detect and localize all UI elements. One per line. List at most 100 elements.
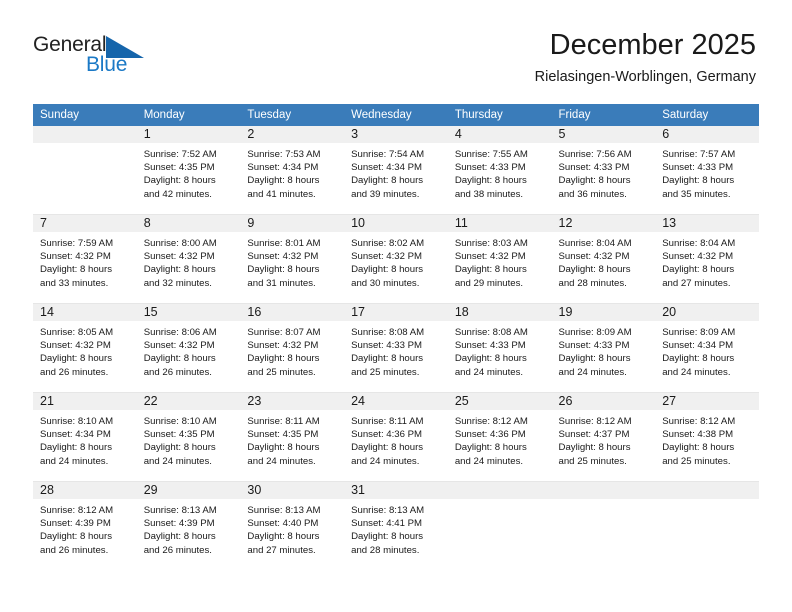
calendar-day-cell[interactable]: 23 Sunrise: 8:11 AM Sunset: 4:35 PM Dayligh… <box>240 392 345 482</box>
calendar-day-cell[interactable]: 18 Sunrise: 8:08 AM Sunset: 4:33 PM Dayligh… <box>447 303 552 393</box>
day-number: 19 <box>551 304 656 321</box>
day-cell-inner: 4 Sunrise: 7:55 AM Sunset: 4:33 PM Daylight… <box>447 126 552 214</box>
weekday-header-wednesday: Wednesday <box>344 104 448 126</box>
day-detail-line: Sunrise: 7:55 AM <box>454 149 528 160</box>
day-detail-lines: Sunrise: 7:53 AM Sunset: 4:34 PM Daylight:… <box>240 143 344 201</box>
calendar-day-cell[interactable]: 3 Sunrise: 7:54 AM Sunset: 4:34 PM Daylight… <box>344 126 448 215</box>
calendar-day-cell[interactable]: 28 Sunrise: 8:12 AM Sunset: 4:39 PM Dayligh… <box>33 481 137 570</box>
weekday-header-sunday: Sunday <box>33 104 137 126</box>
day-cell-inner: 27 Sunrise: 8:12 AM Sunset: 4:38 PM Dayligh… <box>655 393 759 481</box>
day-detail-lines: Sunrise: 8:08 AM Sunset: 4:33 PM Daylight:… <box>344 321 448 379</box>
calendar-day-cell[interactable]: 4 Sunrise: 7:55 AM Sunset: 4:33 PM Daylight… <box>447 126 552 215</box>
day-detail-line: Sunrise: 8:13 AM <box>143 505 217 516</box>
calendar-day-cell[interactable]: 7 Sunrise: 7:59 AM Sunset: 4:32 PM Daylight… <box>33 214 137 304</box>
day-detail-line: Daylight: 8 hours <box>351 353 424 365</box>
day-detail-lines: Sunrise: 8:06 AM Sunset: 4:32 PM Daylight:… <box>137 321 241 379</box>
calendar-day-cell[interactable]: 22 Sunrise: 8:10 AM Sunset: 4:35 PM Dayligh… <box>136 392 241 482</box>
day-number: 26 <box>551 393 656 410</box>
calendar-day-cell[interactable]: 15 Sunrise: 8:06 AM Sunset: 4:32 PM Dayligh… <box>136 303 241 393</box>
day-detail-lines <box>448 499 552 504</box>
day-detail-line: Daylight: 8 hours <box>143 353 216 365</box>
day-detail-line: Sunrise: 7:56 AM <box>558 149 632 160</box>
day-detail-lines <box>33 143 137 148</box>
day-cell-inner: 8 Sunrise: 8:00 AM Sunset: 4:32 PM Daylight… <box>136 215 241 303</box>
day-cell-inner: 30 Sunrise: 8:13 AM Sunset: 4:40 PM Dayligh… <box>240 482 345 570</box>
day-detail-lines: Sunrise: 8:11 AM Sunset: 4:35 PM Daylight:… <box>240 410 344 468</box>
day-cell-inner: 26 Sunrise: 8:12 AM Sunset: 4:37 PM Dayligh… <box>551 393 656 481</box>
day-detail-line: Sunset: 4:34 PM <box>662 340 734 352</box>
day-cell-inner: 25 Sunrise: 8:12 AM Sunset: 4:36 PM Dayligh… <box>447 393 552 481</box>
day-detail-line: Daylight: 8 hours <box>143 175 216 187</box>
day-cell-inner: 9 Sunrise: 8:01 AM Sunset: 4:32 PM Daylight… <box>240 215 345 303</box>
day-detail-line: Daylight: 8 hours <box>143 264 216 276</box>
day-detail-line: and 24 minutes. <box>454 366 524 378</box>
calendar-day-cell[interactable]: 11 Sunrise: 8:03 AM Sunset: 4:32 PM Dayligh… <box>447 214 552 304</box>
calendar-day-cell[interactable]: 5 Sunrise: 7:56 AM Sunset: 4:33 PM Daylight… <box>551 126 656 215</box>
day-detail-line: Daylight: 8 hours <box>40 264 112 276</box>
day-detail-lines: Sunrise: 8:05 AM Sunset: 4:32 PM Daylight:… <box>33 321 137 379</box>
day-detail-line: and 41 minutes. <box>247 188 316 200</box>
calendar-day-cell[interactable]: 10 Sunrise: 8:02 AM Sunset: 4:32 PM Dayligh… <box>344 214 448 304</box>
day-detail-line: Sunrise: 8:13 AM <box>351 505 425 516</box>
calendar-day-cell[interactable]: 26 Sunrise: 8:12 AM Sunset: 4:37 PM Dayligh… <box>551 392 656 482</box>
day-detail-line: Daylight: 8 hours <box>143 531 216 543</box>
weekday-header-friday: Friday <box>551 104 656 126</box>
day-detail-lines: Sunrise: 8:13 AM Sunset: 4:39 PM Daylight:… <box>137 499 241 557</box>
day-detail-line: Sunrise: 8:11 AM <box>351 416 424 427</box>
calendar-day-cell[interactable]: 14 Sunrise: 8:05 AM Sunset: 4:32 PM Dayligh… <box>33 303 137 393</box>
calendar-day-cell[interactable]: 1 Sunrise: 7:52 AM Sunset: 4:35 PM Daylight… <box>136 126 241 215</box>
page-subtitle: Rielasingen-Worblingen, Germany <box>534 69 756 85</box>
calendar-day-cell[interactable]: 16 Sunrise: 8:07 AM Sunset: 4:32 PM Dayligh… <box>240 303 345 393</box>
generalblue-logo[interactable]: General Blue <box>33 33 163 81</box>
day-detail-line: Sunrise: 8:07 AM <box>247 327 321 338</box>
calendar-day-cell[interactable]: 21 Sunrise: 8:10 AM Sunset: 4:34 PM Dayligh… <box>33 392 137 482</box>
day-detail-line: Sunset: 4:39 PM <box>143 518 215 530</box>
calendar-day-cell[interactable]: 17 Sunrise: 8:08 AM Sunset: 4:33 PM Dayligh… <box>344 303 448 393</box>
day-detail-line: Daylight: 8 hours <box>558 442 631 454</box>
calendar-day-cell[interactable]: 30 Sunrise: 8:13 AM Sunset: 4:40 PM Dayligh… <box>240 481 345 570</box>
day-detail-line: and 25 minutes. <box>351 366 420 378</box>
calendar-day-cell[interactable]: 12 Sunrise: 8:04 AM Sunset: 4:32 PM Dayligh… <box>551 214 656 304</box>
day-detail-line: and 33 minutes. <box>40 277 109 289</box>
day-number: 30 <box>240 482 345 499</box>
calendar-day-cell[interactable]: 19 Sunrise: 8:09 AM Sunset: 4:33 PM Dayligh… <box>551 303 656 393</box>
day-cell-inner <box>33 126 137 214</box>
day-cell-inner: 13 Sunrise: 8:04 AM Sunset: 4:32 PM Dayligh… <box>655 215 759 303</box>
day-detail-line: Sunrise: 8:11 AM <box>247 416 320 427</box>
calendar-day-cell[interactable]: 9 Sunrise: 8:01 AM Sunset: 4:32 PM Daylight… <box>240 214 345 304</box>
day-detail-line: Sunrise: 8:08 AM <box>351 327 425 338</box>
day-cell-inner: 2 Sunrise: 7:53 AM Sunset: 4:34 PM Daylight… <box>240 126 345 214</box>
calendar-day-cell[interactable]: 8 Sunrise: 8:00 AM Sunset: 4:32 PM Daylight… <box>136 214 241 304</box>
calendar-day-cell[interactable]: 29 Sunrise: 8:13 AM Sunset: 4:39 PM Dayligh… <box>136 481 241 570</box>
calendar-day-cell[interactable]: 24 Sunrise: 8:11 AM Sunset: 4:36 PM Dayligh… <box>344 392 448 482</box>
calendar-day-cell[interactable]: 20 Sunrise: 8:09 AM Sunset: 4:34 PM Dayligh… <box>655 303 759 393</box>
day-detail-line: Sunrise: 8:12 AM <box>558 416 632 427</box>
calendar-day-cell[interactable]: 13 Sunrise: 8:04 AM Sunset: 4:32 PM Dayligh… <box>655 214 759 304</box>
day-detail-lines: Sunrise: 7:59 AM Sunset: 4:32 PM Daylight:… <box>33 232 137 290</box>
calendar-day-cell[interactable]: 2 Sunrise: 7:53 AM Sunset: 4:34 PM Daylight… <box>240 126 345 215</box>
day-number: 3 <box>344 126 448 143</box>
day-number: 18 <box>447 304 552 321</box>
day-cell-inner: 15 Sunrise: 8:06 AM Sunset: 4:32 PM Dayligh… <box>136 304 241 392</box>
calendar-day-cell[interactable]: 25 Sunrise: 8:12 AM Sunset: 4:36 PM Dayligh… <box>447 392 552 482</box>
day-detail-line: and 24 minutes. <box>351 455 420 467</box>
day-detail-lines: Sunrise: 8:03 AM Sunset: 4:32 PM Daylight:… <box>448 232 552 290</box>
day-cell-inner: 18 Sunrise: 8:08 AM Sunset: 4:33 PM Dayligh… <box>447 304 552 392</box>
day-cell-inner: 7 Sunrise: 7:59 AM Sunset: 4:32 PM Daylight… <box>33 215 137 303</box>
weekday-header-saturday: Saturday <box>655 104 759 126</box>
day-detail-line: Daylight: 8 hours <box>662 175 735 187</box>
day-detail-line: Daylight: 8 hours <box>247 264 320 276</box>
calendar-day-cell[interactable]: 31 Sunrise: 8:13 AM Sunset: 4:41 PM Dayligh… <box>344 481 448 570</box>
calendar-day-cell-empty <box>655 481 759 570</box>
day-detail-line: Sunrise: 8:08 AM <box>454 327 528 338</box>
day-detail-line: Sunrise: 8:03 AM <box>454 238 528 249</box>
day-detail-line: and 24 minutes. <box>143 455 212 467</box>
day-number: 20 <box>655 304 759 321</box>
day-detail-line: Daylight: 8 hours <box>662 442 735 454</box>
day-detail-line: Sunset: 4:41 PM <box>351 518 423 530</box>
calendar-day-cell[interactable]: 27 Sunrise: 8:12 AM Sunset: 4:38 PM Dayligh… <box>655 392 759 482</box>
day-detail-line: Daylight: 8 hours <box>247 175 320 187</box>
calendar-day-cell[interactable]: 6 Sunrise: 7:57 AM Sunset: 4:33 PM Daylight… <box>655 126 759 215</box>
day-number: 2 <box>240 126 345 143</box>
day-detail-line: Sunrise: 8:12 AM <box>454 416 528 427</box>
